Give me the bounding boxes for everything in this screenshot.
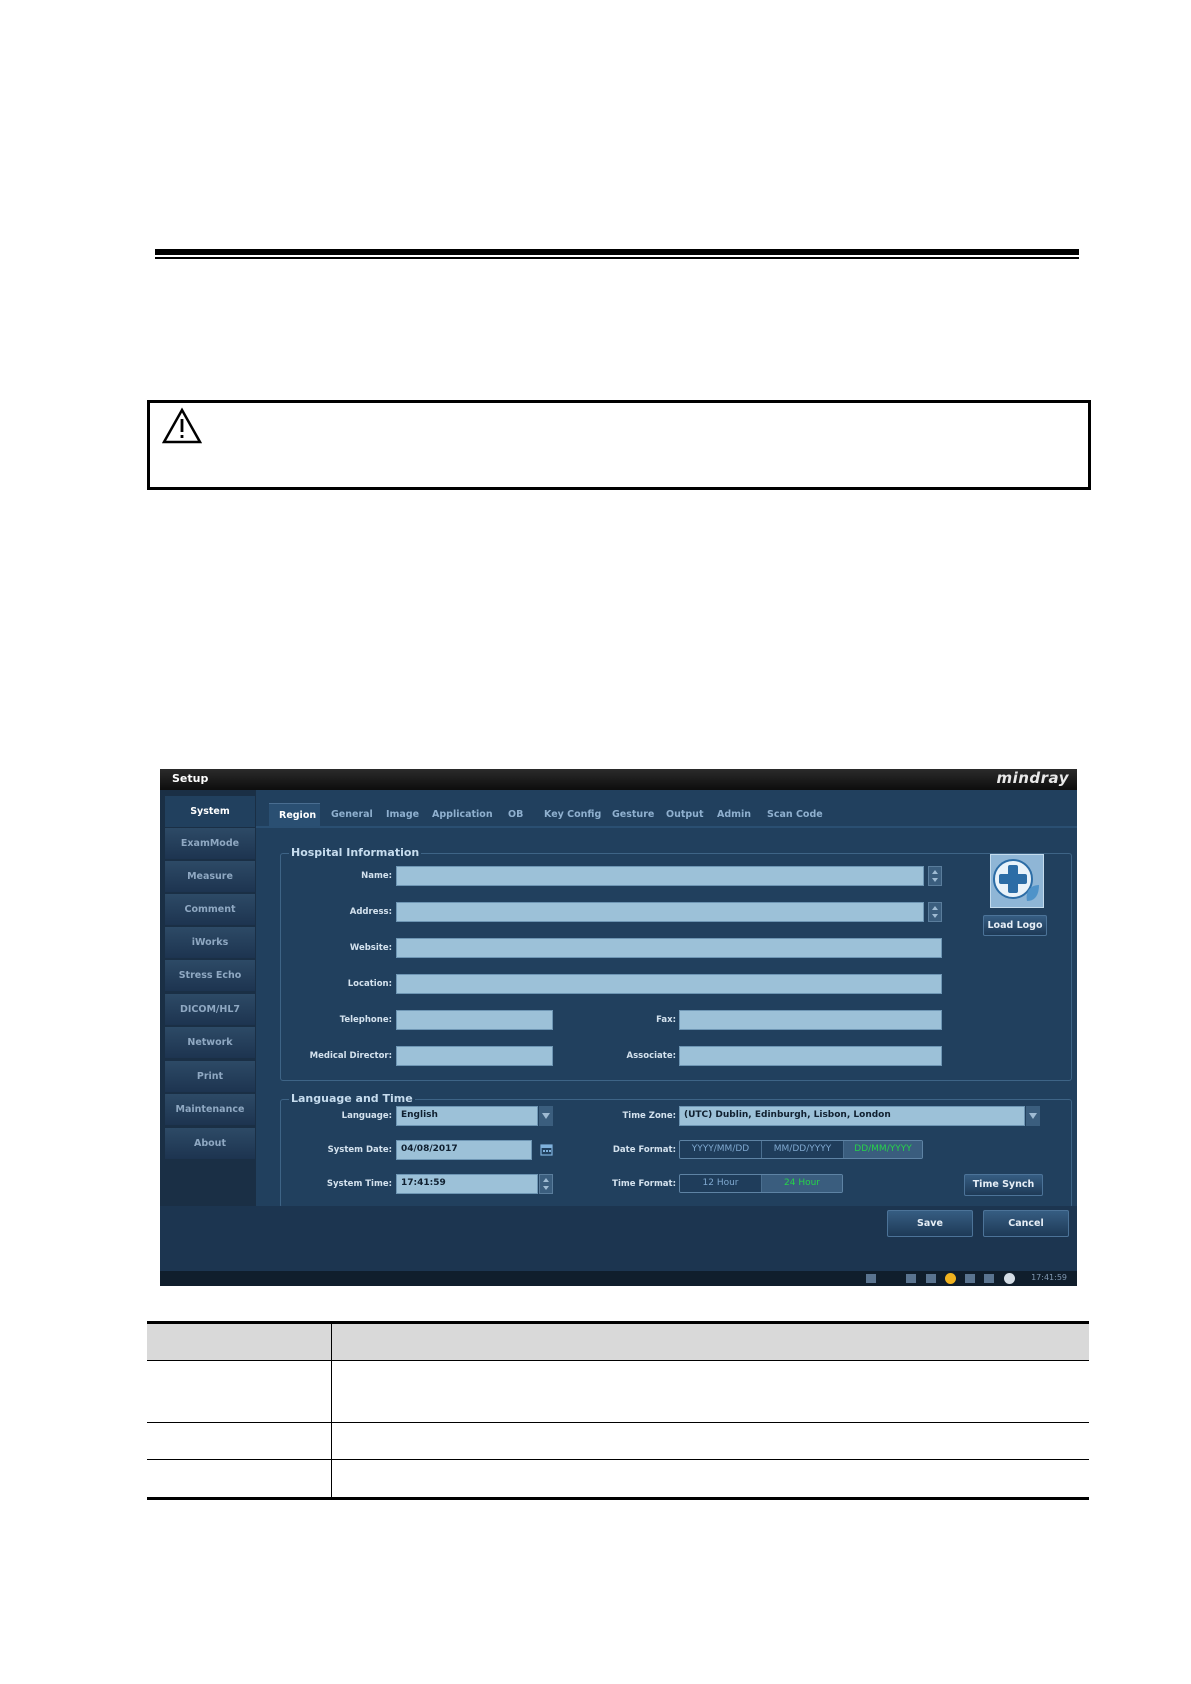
telephone-input[interactable] [396, 1010, 553, 1030]
medical-cross-icon [993, 859, 1039, 901]
tab-admin[interactable]: Admin [717, 803, 751, 826]
medical-director-label: Medical Director: [309, 1051, 392, 1061]
date-format-mm-dd-yyyy[interactable]: MM/DD/YYYY [762, 1141, 844, 1158]
system-time-spinner[interactable] [539, 1174, 553, 1194]
timezone-label: Time Zone: [622, 1111, 676, 1121]
sidebar-item-maintenance[interactable]: Maintenance [165, 1094, 255, 1125]
time-format-label: Time Format: [612, 1179, 676, 1189]
tab-output[interactable]: Output [666, 803, 704, 826]
table-column-divider [331, 1321, 332, 1500]
printer-icon [926, 1274, 936, 1283]
save-button[interactable]: Save [887, 1210, 973, 1237]
table-header [147, 1321, 1089, 1361]
setup-window: Setup mindray System ExamMode Measure Co… [160, 769, 1077, 1286]
network-icon [866, 1274, 876, 1283]
tab-region[interactable]: Region [269, 803, 320, 826]
tab-underline [256, 826, 1077, 828]
time-synch-button[interactable]: Time Synch [964, 1174, 1043, 1196]
tab-scan-code[interactable]: Scan Code [767, 803, 823, 826]
language-dropdown-icon[interactable] [539, 1106, 553, 1126]
date-format-yyyy-mm-dd[interactable]: YYYY/MM/DD [680, 1141, 762, 1158]
tab-key-config[interactable]: Key Config [544, 803, 601, 826]
warning-triangle-icon [162, 407, 202, 444]
system-date-input[interactable]: 04/08/2017 [396, 1140, 532, 1160]
tab-image[interactable]: Image [386, 803, 419, 826]
sidebar-item-comment[interactable]: Comment [165, 894, 255, 925]
battery-icon [984, 1274, 994, 1283]
calendar-icon[interactable] [540, 1143, 553, 1156]
sidebar-item-system[interactable]: System [165, 796, 255, 827]
alert-icon[interactable] [945, 1273, 956, 1284]
table-bottom-rule [147, 1497, 1089, 1500]
load-logo-button[interactable]: Load Logo [983, 915, 1047, 936]
website-label: Website: [349, 943, 392, 953]
location-label: Location: [347, 979, 392, 989]
status-time: 17:41:59 [1031, 1273, 1067, 1282]
date-format-segmented: YYYY/MM/DD MM/DD/YYYY DD/MM/YYYY [679, 1140, 923, 1159]
tab-ob[interactable]: OB [508, 803, 523, 826]
location-input[interactable] [396, 974, 942, 994]
sidebar-item-dicom-hl7[interactable]: DICOM/HL7 [165, 994, 255, 1025]
associate-input[interactable] [679, 1046, 942, 1066]
fax-label: Fax: [656, 1015, 676, 1025]
name-scroll-spinner[interactable] [928, 866, 942, 886]
hospital-info-title: Hospital Information [289, 846, 422, 859]
usb-icon [906, 1274, 916, 1283]
tab-gesture[interactable]: Gesture [612, 803, 654, 826]
website-input[interactable] [396, 938, 942, 958]
time-format-24-hour[interactable]: 24 Hour [762, 1175, 842, 1192]
hospital-logo [990, 854, 1044, 908]
brand-logo: mindray [996, 769, 1069, 787]
date-format-dd-mm-yyyy[interactable]: DD/MM/YYYY [844, 1141, 922, 1158]
header-rule-thin [155, 257, 1079, 259]
address-scroll-spinner[interactable] [928, 902, 942, 922]
header-rule-thick [155, 249, 1079, 255]
sidebar-item-print[interactable]: Print [165, 1061, 255, 1092]
timezone-select[interactable]: (UTC) Dublin, Edinburgh, Lisbon, London [679, 1106, 1025, 1126]
associate-label: Associate: [626, 1051, 676, 1061]
name-input[interactable] [396, 866, 924, 886]
language-select[interactable]: English [396, 1106, 538, 1126]
name-label: Name: [361, 871, 392, 881]
sidebar-item-network[interactable]: Network [165, 1027, 255, 1058]
timezone-dropdown-icon[interactable] [1026, 1106, 1040, 1126]
status-bar: 17:41:59 [160, 1271, 1077, 1286]
address-input[interactable] [396, 902, 924, 922]
system-date-label: System Date: [327, 1145, 392, 1155]
telephone-label: Telephone: [339, 1015, 392, 1025]
system-time-label: System Time: [326, 1179, 392, 1189]
date-format-label: Date Format: [612, 1145, 676, 1155]
sidebar-item-iworks[interactable]: iWorks [165, 927, 255, 958]
time-format-12-hour[interactable]: 12 Hour [680, 1175, 762, 1192]
main-panel: Region General Image Application OB Key … [256, 790, 1077, 1208]
sidebar-item-exammode[interactable]: ExamMode [165, 828, 255, 859]
window-title: Setup [172, 772, 209, 785]
tab-bar: Region General Image Application OB Key … [256, 790, 1077, 829]
sidebar-item-measure[interactable]: Measure [165, 861, 255, 892]
status-indicator-icon [1004, 1273, 1015, 1284]
parameter-table [147, 1321, 1089, 1501]
fax-input[interactable] [679, 1010, 942, 1030]
tab-application[interactable]: Application [432, 803, 493, 826]
address-label: Address: [349, 907, 392, 917]
keyboard-icon [965, 1274, 975, 1283]
sidebar-item-stress-echo[interactable]: Stress Echo [165, 960, 255, 991]
table-row [147, 1361, 1089, 1423]
language-label: Language: [341, 1111, 392, 1121]
tab-general[interactable]: General [331, 803, 373, 826]
cancel-button[interactable]: Cancel [983, 1210, 1069, 1237]
sidebar-item-about[interactable]: About [165, 1128, 255, 1159]
caution-box [147, 400, 1091, 490]
table-row [147, 1423, 1089, 1460]
system-time-input[interactable]: 17:41:59 [396, 1174, 538, 1194]
time-format-segmented: 12 Hour 24 Hour [679, 1174, 843, 1193]
medical-director-input[interactable] [396, 1046, 553, 1066]
language-time-title: Language and Time [289, 1092, 415, 1105]
title-bar: Setup mindray [160, 769, 1077, 790]
